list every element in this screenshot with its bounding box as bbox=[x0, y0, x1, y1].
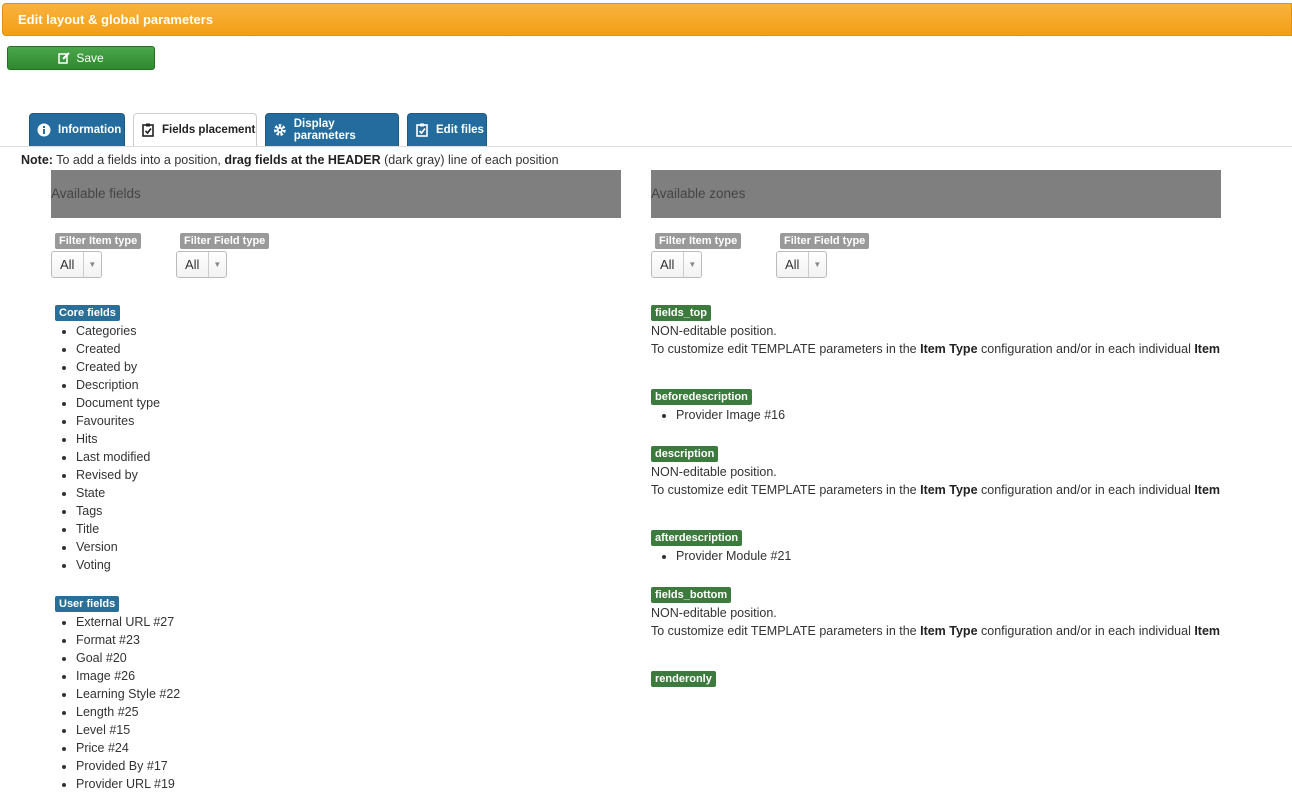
list-item[interactable]: Revised by bbox=[76, 466, 160, 484]
list-item[interactable]: Description bbox=[76, 376, 160, 394]
list-item[interactable]: Hits bbox=[76, 430, 160, 448]
tab-information-label: Information bbox=[58, 124, 122, 136]
list-item[interactable]: Provider Module #21 bbox=[676, 547, 791, 565]
chevron-down-icon: ▼ bbox=[807, 252, 826, 277]
note-bold: drag fields at the HEADER bbox=[224, 153, 381, 167]
info-icon bbox=[37, 123, 51, 137]
zones-filter-item-type-label: Filter Item type bbox=[655, 233, 742, 249]
filter-field-type-select[interactable]: All ▼ bbox=[176, 251, 227, 278]
list-item[interactable]: Version bbox=[76, 538, 160, 556]
list-item[interactable]: Goal #20 bbox=[76, 649, 180, 667]
customize-b: Item Type bbox=[920, 624, 978, 638]
zone-description[interactable]: description bbox=[651, 446, 719, 462]
customize-a: To customize edit TEMPLATE parameters in… bbox=[651, 342, 921, 356]
available-zones-header: Available zones bbox=[651, 170, 1221, 218]
list-item[interactable]: External URL #27 bbox=[76, 613, 180, 631]
zone-description-info: NON-editable position. To customize edit… bbox=[651, 463, 1226, 499]
customize-c: configuration and/or in each individual bbox=[977, 624, 1195, 638]
noneditable-text: NON-editable position. bbox=[651, 465, 777, 479]
tab-fields-placement-label: Fields placement bbox=[162, 124, 256, 136]
note-text-1: To add a fields into a position, bbox=[52, 153, 225, 167]
filter-item-type-label: Filter Item type bbox=[55, 233, 142, 249]
tab-divider bbox=[0, 146, 1292, 147]
list-item[interactable]: Document type bbox=[76, 394, 160, 412]
list-item[interactable]: State bbox=[76, 484, 160, 502]
note-prefix: Note: bbox=[21, 153, 53, 167]
customize-d: Item bbox=[1194, 342, 1221, 356]
list-item[interactable]: Price #24 bbox=[76, 739, 180, 757]
tab-edit-files[interactable]: Edit files bbox=[407, 113, 487, 146]
zone-beforedescription[interactable]: beforedescription bbox=[651, 389, 752, 405]
zone-fields-bottom-info: NON-editable position. To customize edit… bbox=[651, 604, 1226, 640]
zone-fields-top-info: NON-editable position. To customize edit… bbox=[651, 322, 1226, 358]
zones-filter-field-type-select[interactable]: All ▼ bbox=[776, 251, 827, 278]
customize-text: To customize edit TEMPLATE parameters in… bbox=[651, 340, 1226, 358]
user-fields-badge: User fields bbox=[55, 596, 120, 612]
zone-beforedescription-list: Provider Image #16 bbox=[652, 406, 785, 424]
list-item[interactable]: Last modified bbox=[76, 448, 160, 466]
zone-fields-top[interactable]: fields_top bbox=[651, 305, 711, 321]
page-title: Edit layout & global parameters bbox=[2, 3, 1292, 36]
customize-c: configuration and/or in each individual bbox=[977, 342, 1195, 356]
edit-icon bbox=[58, 52, 71, 64]
filter-field-type-label: Filter Field type bbox=[180, 233, 270, 249]
placement-note: Note: To add a fields into a position, d… bbox=[21, 153, 559, 167]
tab-edit-files-label: Edit files bbox=[436, 124, 484, 136]
list-item[interactable]: Categories bbox=[76, 322, 160, 340]
core-fields-list: CategoriesCreatedCreated byDescriptionDo… bbox=[52, 322, 160, 574]
tab-display-parameters[interactable]: Display parameters bbox=[265, 113, 399, 146]
list-item[interactable]: Title bbox=[76, 520, 160, 538]
clipboard-check-icon bbox=[142, 123, 154, 137]
customize-text: To customize edit TEMPLATE parameters in… bbox=[651, 481, 1226, 499]
zones-filter-item-type-value: All bbox=[660, 257, 675, 272]
note-text-2: (dark gray) line of each position bbox=[380, 153, 559, 167]
filter-field-type-value: All bbox=[185, 257, 200, 272]
zone-afterdescription[interactable]: afterdescription bbox=[651, 530, 743, 546]
list-item[interactable]: Format #23 bbox=[76, 631, 180, 649]
clipboard-check-icon bbox=[416, 123, 428, 137]
filter-item-type-select[interactable]: All ▼ bbox=[51, 251, 102, 278]
list-item[interactable]: Tags bbox=[76, 502, 160, 520]
save-button[interactable]: Save bbox=[7, 46, 155, 70]
customize-a: To customize edit TEMPLATE parameters in… bbox=[651, 624, 921, 638]
chevron-down-icon: ▼ bbox=[82, 252, 101, 277]
list-item[interactable]: Voting bbox=[76, 556, 160, 574]
available-fields-header: Available fields bbox=[51, 170, 621, 218]
customize-a: To customize edit TEMPLATE parameters in… bbox=[651, 483, 921, 497]
list-item[interactable]: Length #25 bbox=[76, 703, 180, 721]
zone-renderonly[interactable]: renderonly bbox=[651, 671, 716, 687]
customize-d: Item bbox=[1194, 483, 1221, 497]
chevron-down-icon: ▼ bbox=[207, 252, 226, 277]
list-item[interactable]: Created by bbox=[76, 358, 160, 376]
noneditable-text: NON-editable position. bbox=[651, 324, 777, 338]
list-item[interactable]: Provided By #17 bbox=[76, 757, 180, 775]
customize-c: configuration and/or in each individual bbox=[977, 483, 1195, 497]
filter-item-type-value: All bbox=[60, 257, 75, 272]
zones-filter-field-type-value: All bbox=[785, 257, 800, 272]
gear-icon bbox=[273, 124, 286, 136]
customize-b: Item Type bbox=[920, 483, 978, 497]
list-item[interactable]: Provider URL #19 bbox=[76, 775, 180, 793]
save-button-label: Save bbox=[76, 51, 104, 65]
list-item[interactable]: Level #15 bbox=[76, 721, 180, 739]
tab-information[interactable]: Information bbox=[29, 113, 125, 146]
user-fields-list: External URL #27Format #23Goal #20Image … bbox=[52, 613, 180, 793]
tab-fields-placement[interactable]: Fields placement bbox=[133, 113, 257, 147]
zones-filter-field-type-label: Filter Field type bbox=[780, 233, 870, 249]
customize-b: Item Type bbox=[920, 342, 978, 356]
list-item[interactable]: Created bbox=[76, 340, 160, 358]
core-fields-badge: Core fields bbox=[55, 305, 120, 321]
tab-display-parameters-label: Display parameters bbox=[293, 118, 356, 142]
zone-afterdescription-list: Provider Module #21 bbox=[652, 547, 791, 565]
list-item[interactable]: Image #26 bbox=[76, 667, 180, 685]
noneditable-text: NON-editable position. bbox=[651, 606, 777, 620]
customize-text: To customize edit TEMPLATE parameters in… bbox=[651, 622, 1226, 640]
zone-fields-bottom[interactable]: fields_bottom bbox=[651, 587, 732, 603]
zones-filter-item-type-select[interactable]: All ▼ bbox=[651, 251, 702, 278]
list-item[interactable]: Favourites bbox=[76, 412, 160, 430]
customize-d: Item bbox=[1194, 624, 1221, 638]
list-item[interactable]: Learning Style #22 bbox=[76, 685, 180, 703]
list-item[interactable]: Provider Image #16 bbox=[676, 406, 785, 424]
chevron-down-icon: ▼ bbox=[682, 252, 701, 277]
